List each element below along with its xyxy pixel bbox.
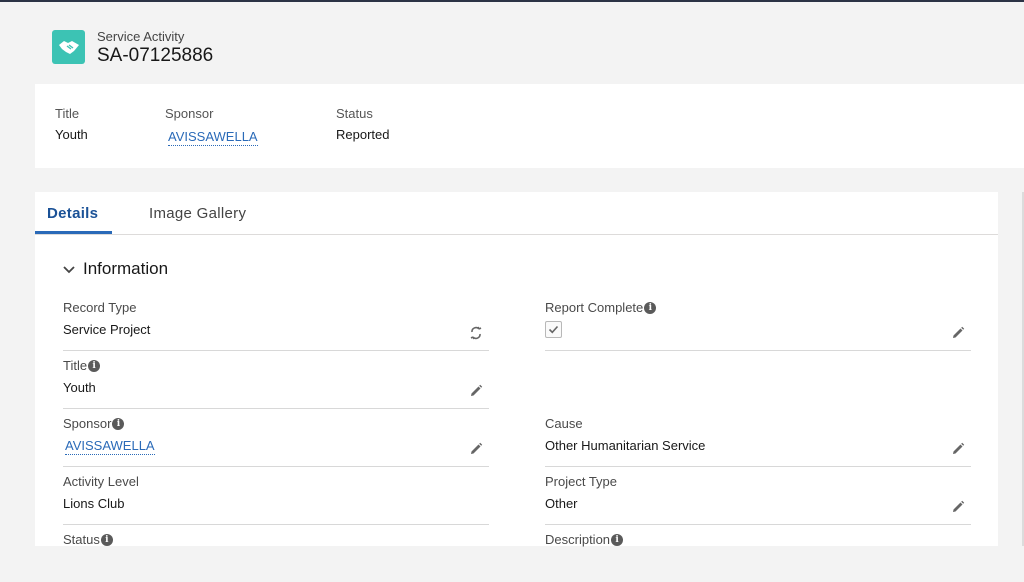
field-label: Title i <box>63 358 101 373</box>
pencil-icon[interactable] <box>951 500 965 514</box>
section-title: Information <box>83 259 169 278</box>
pencil-icon[interactable] <box>951 442 965 456</box>
pencil-icon[interactable] <box>469 442 483 456</box>
field-record-type: Record Type Service Project <box>63 292 489 351</box>
field-label: Report Complete i <box>545 300 657 315</box>
field-label-text: Description <box>545 532 611 547</box>
field-label: Sponsor i <box>63 416 125 431</box>
field-activity-level: Activity Level Lions Club <box>63 466 489 525</box>
field-label: Activity Level <box>63 474 139 489</box>
highlights-panel: Title Youth Sponsor AVISSAWELLA Status R… <box>35 84 1024 168</box>
field-label-text: Status <box>63 532 100 547</box>
field-label: Project Type <box>545 474 618 489</box>
record-header: Service Activity SA-07125886 <box>0 2 1024 84</box>
section-information-toggle[interactable]: Information <box>61 259 168 279</box>
chevron-down-icon <box>63 266 75 274</box>
checkmark-icon <box>548 325 559 334</box>
field-label-text: Sponsor <box>63 416 112 431</box>
field-label: Description i <box>545 532 624 547</box>
sponsor-link[interactable]: AVISSAWELLA <box>65 438 155 455</box>
record-name: SA-07125886 <box>97 45 214 66</box>
info-icon[interactable]: i <box>644 301 657 314</box>
field-value: Other <box>545 496 578 511</box>
field-label: Cause <box>545 416 583 431</box>
tab-bar: Details Image Gallery <box>35 192 998 235</box>
field-title: Title i Youth <box>63 350 489 409</box>
change-record-type-icon[interactable] <box>469 326 483 340</box>
highlight-status-value: Reported <box>336 127 390 142</box>
highlight-title-value: Youth <box>55 127 88 142</box>
highlight-status-label: Status <box>336 106 373 121</box>
highlight-title-label: Title <box>55 106 80 121</box>
field-label-text: Title <box>63 358 88 373</box>
highlight-sponsor-link[interactable]: AVISSAWELLA <box>168 129 258 146</box>
field-description: Description i <box>545 524 971 582</box>
field-project-type: Project Type Other <box>545 466 971 525</box>
field-sponsor: Sponsor i AVISSAWELLA <box>63 408 489 467</box>
tab-image-gallery[interactable]: Image Gallery <box>149 205 246 222</box>
highlight-sponsor-label: Sponsor <box>165 106 214 121</box>
pencil-icon[interactable] <box>469 384 483 398</box>
info-icon[interactable]: i <box>88 359 101 372</box>
field-label-text: Report Complete <box>545 300 644 315</box>
pencil-icon[interactable] <box>951 326 965 340</box>
details-card: Details Image Gallery Information Record… <box>35 192 998 547</box>
tab-details[interactable]: Details <box>47 205 98 222</box>
field-cause: Cause Other Humanitarian Service <box>545 408 971 467</box>
field-label: Status i <box>63 532 113 547</box>
object-type-label: Service Activity <box>97 29 185 44</box>
info-icon[interactable]: i <box>100 533 113 546</box>
field-value: Youth <box>63 380 96 395</box>
field-label: Record Type <box>63 300 137 315</box>
field-value: Lions Club <box>63 496 125 511</box>
info-icon[interactable]: i <box>611 533 624 546</box>
highlight-sponsor-value[interactable]: AVISSAWELLA <box>168 129 258 146</box>
field-value: Other Humanitarian Service <box>545 438 706 453</box>
active-tab-indicator <box>35 231 112 234</box>
field-status: Status i <box>63 524 489 582</box>
field-report-complete: Report Complete i <box>545 292 971 351</box>
report-complete-checkbox <box>545 321 562 338</box>
field-value: Service Project <box>63 322 151 337</box>
info-icon[interactable]: i <box>112 417 125 430</box>
handshake-icon <box>52 30 85 64</box>
